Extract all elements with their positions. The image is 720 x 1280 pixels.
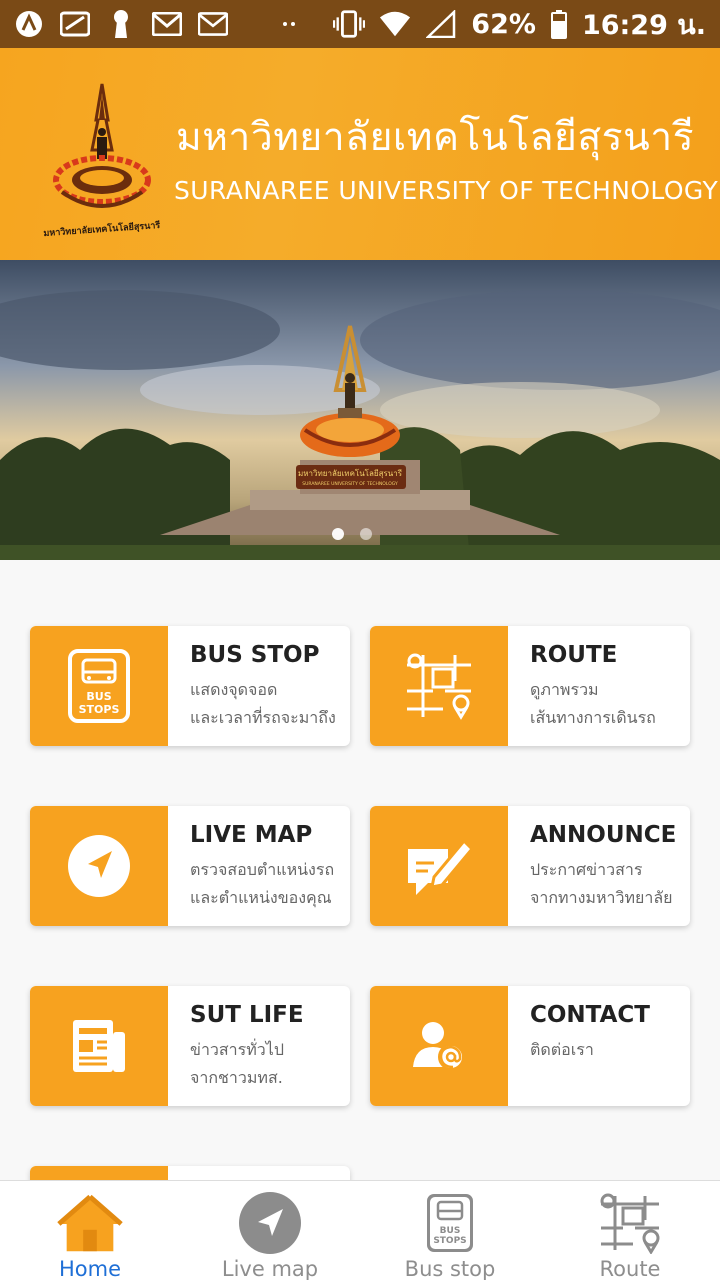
carousel-dot[interactable] [360,528,372,540]
bus-stop-icon-text: STOPS [433,1236,466,1246]
bottom-navigation: Home Live map BUS STOPS Bus stop Route [0,1180,720,1280]
nav-bus-stop[interactable]: BUS STOPS Bus stop [360,1181,540,1280]
menu-card-title: CONTACT [530,1002,650,1028]
navigation-arrow-icon [235,1191,305,1255]
hero-sign-text: มหาวิทยาลัยเทคโนโลยีสุรนารี [298,468,403,478]
bus-stop-icon-text: STOPS [79,703,120,716]
header-banner: มหาวิทยาลัยเทคโนโลยีสุรนารี มหาวิทยาลัยเ… [0,48,720,260]
logo-caption: มหาวิทยาลัยเทคโนโลยีสุรนารี [43,219,161,239]
menu-card-contact[interactable]: CONTACT ติดต่อเรา [370,986,690,1106]
bus-stop-icon-text: BUS [86,690,111,703]
nav-label: Home [58,1257,121,1280]
clock: 16:29 น. [581,9,706,41]
status-bar: 62% 16:29 น. [0,0,720,48]
nav-label: Route [599,1257,661,1280]
home-icon [55,1191,125,1255]
newspaper-icon [30,986,168,1106]
menu-card-title: ROUTE [530,642,618,668]
sim-icon [60,9,90,39]
hero-photo: มหาวิทยาลัยเทคโนโลยีสุรนารี SURANAREE UN… [0,260,720,560]
menu-card-description: ติดต่อเรา [530,1040,594,1059]
route-map-icon [370,626,508,746]
menu-card-title: SUT LIFE [190,1002,304,1028]
menu-grid: BUS STOPS BUS STOP แสดงจุดจอด และเวลาที่… [0,560,720,1180]
carousel-indicator [332,528,372,540]
menu-card-description: และตำแหน่งของคุณ [190,888,332,907]
hero-carousel[interactable]: มหาวิทยาลัยเทคโนโลยีสุรนารี SURANAREE UN… [0,260,720,560]
menu-card-description: ตรวจสอบตำแหน่งรถ [190,860,335,879]
bus-stop-icon-text: BUS [440,1226,461,1236]
battery-percent: 62% [471,8,536,40]
route-map-icon [595,1191,665,1255]
nav-route[interactable]: Route [540,1181,720,1280]
gmail-icon [152,9,182,39]
carousel-dot[interactable] [332,528,344,540]
menu-card-bus-stop[interactable]: BUS STOPS BUS STOP แสดงจุดจอด และเวลาที่… [30,626,350,746]
menu-card-title: LIVE MAP [190,822,313,848]
card-icon-area [30,1166,168,1180]
menu-card-description: และเวลาที่รถจะมาถึง [190,708,336,727]
menu-card-description: ข่าวสารทั่วไป [190,1040,284,1059]
bus-stop-icon: BUS STOPS [415,1191,485,1255]
hero-sign-subtext: SURANAREE UNIVERSITY OF TECHNOLOGY [302,481,398,487]
menu-card-sut-life[interactable]: SUT LIFE ข่าวสารทั่วไป จากชาวมทส. [30,986,350,1106]
university-name-thai: มหาวิทยาลัยเทคโนโลยีสุรนารี [176,115,695,160]
edit-message-icon [370,806,508,926]
menu-card-partial[interactable] [30,1166,350,1180]
nav-label: Live map [221,1257,319,1280]
university-name-english: SURANAREE UNIVERSITY OF TECHNOLOGY [174,176,719,205]
dots-icon [274,9,304,39]
menu-card-description: จากทางมหาวิทยาลัย [530,888,673,907]
gmail-icon [198,9,228,39]
nav-live-map[interactable]: Live map [180,1181,360,1280]
app-icon [14,9,44,39]
menu-card-announce[interactable]: ANNOUNCE ประกาศข่าวสาร จากทางมหาวิทยาลัย [370,806,690,926]
navigation-arrow-icon [30,806,168,926]
bus-stop-icon: BUS STOPS [30,626,168,746]
menu-card-route[interactable]: ROUTE ดูภาพรวม เส้นทางการเดินรถ [370,626,690,746]
menu-card-description: ประกาศข่าวสาร [530,860,643,879]
vibrate-icon [333,9,366,39]
menu-card-description: เส้นทางการเดินรถ [530,708,656,727]
university-logo: มหาวิทยาลัยเทคโนโลยีสุรนารี [43,83,161,239]
signal-icon [425,9,457,39]
wifi-icon [379,9,411,39]
menu-card-description: แสดงจุดจอด [190,680,278,699]
menu-card-live-map[interactable]: LIVE MAP ตรวจสอบตำแหน่งรถ และตำแหน่งของค… [30,806,350,926]
contact-person-icon [370,986,508,1106]
menu-card-description: ดูภาพรวม [530,680,599,699]
battery-icon [550,9,568,39]
menu-card-title: BUS STOP [190,642,320,668]
menu-card-title: ANNOUNCE [530,822,677,848]
keyhole-icon [106,9,136,39]
nav-home[interactable]: Home [0,1181,180,1280]
menu-card-description: จากชาวมทส. [190,1068,283,1087]
nav-label: Bus stop [404,1257,496,1280]
